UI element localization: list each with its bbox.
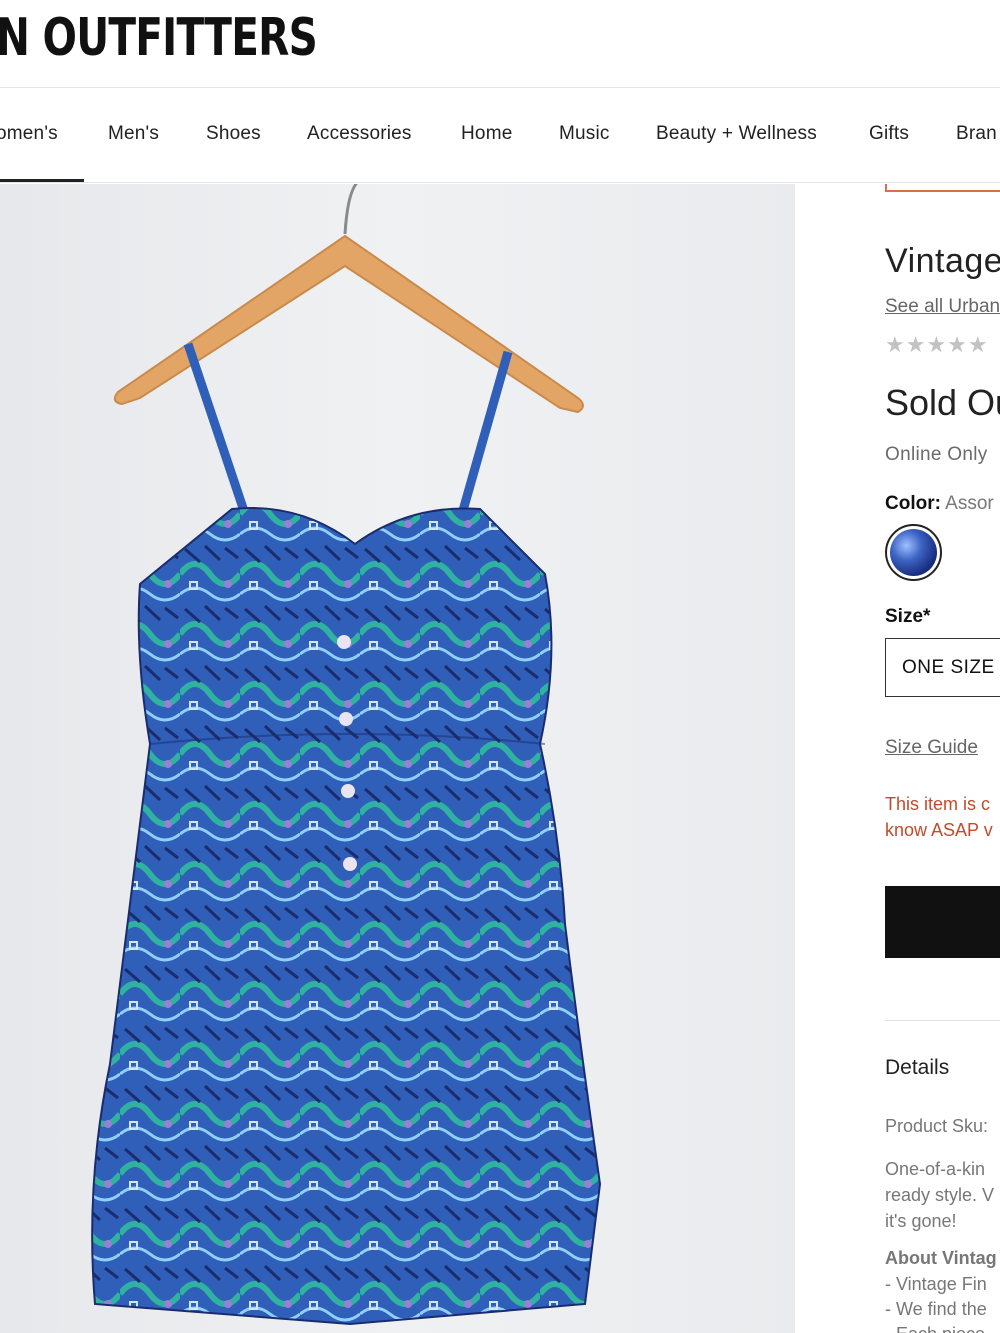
- site-logo[interactable]: N OUTFITTERS: [0, 8, 318, 68]
- nav-item-beauty-wellness[interactable]: Beauty + Wellness: [656, 123, 817, 145]
- active-nav-indicator: [0, 179, 84, 182]
- product-sku: Product Sku:: [885, 1116, 989, 1136]
- color-swatch[interactable]: [885, 524, 942, 581]
- size-option-one-size[interactable]: ONE SIZE: [885, 638, 1000, 697]
- nav-item-home[interactable]: Home: [461, 123, 512, 145]
- nav-item-gifts[interactable]: Gifts: [869, 123, 909, 145]
- nav-item-music[interactable]: Music: [559, 123, 610, 145]
- nav-item-mens[interactable]: Men's: [108, 123, 159, 145]
- product-description: One-of-a-kin ready style. V it's gone!: [885, 1159, 995, 1231]
- product-title: Vintage: [885, 242, 1000, 280]
- nav-item-brands[interactable]: Bran: [956, 123, 997, 145]
- about-vintage-heading: About Vintag: [885, 1248, 997, 1268]
- product-info-panel: Vintage See all Urban ★★★★★ Sold Ou Onli…: [795, 184, 1000, 1333]
- add-to-cart-button[interactable]: [885, 886, 1000, 958]
- nav-item-accessories[interactable]: Accessories: [307, 123, 412, 145]
- size-label: Size*: [885, 606, 931, 627]
- nav-item-shoes[interactable]: Shoes: [206, 123, 261, 145]
- about-vintage-list: - Vintage Fin - We find the - Each piece: [885, 1274, 987, 1333]
- color-label: Color: Assor: [885, 493, 994, 514]
- nav-item-womens[interactable]: omen's: [0, 123, 58, 145]
- rating-stars[interactable]: ★★★★★: [885, 332, 989, 358]
- shipping-notice: This item is c know ASAP v: [885, 794, 993, 840]
- promo-banner-edge: [885, 184, 1000, 192]
- color-value: Assor: [945, 493, 994, 514]
- details-heading[interactable]: Details: [885, 1056, 949, 1080]
- see-all-brand-link[interactable]: See all Urban: [885, 296, 1000, 318]
- site-header: N OUTFITTERS: [0, 0, 1000, 88]
- main-nav: omen's Men's Shoes Accessories Home Musi…: [0, 89, 1000, 183]
- price-status: Sold Ou: [885, 382, 1000, 423]
- availability-text: Online Only: [885, 444, 988, 465]
- product-image[interactable]: [0, 184, 795, 1333]
- section-divider: [885, 1020, 1000, 1021]
- dress-illustration: [0, 184, 795, 1333]
- size-guide-link[interactable]: Size Guide: [885, 737, 978, 759]
- size-option-label: ONE SIZE: [902, 657, 995, 678]
